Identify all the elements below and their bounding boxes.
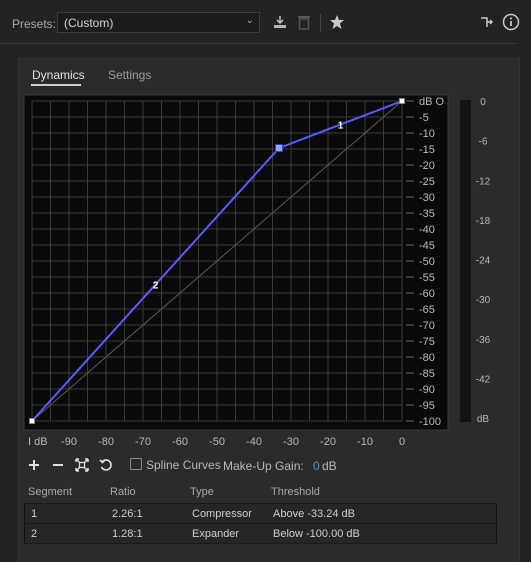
segment-table-header: Segment Ratio Type Threshold [24,481,497,504]
meter-tick-label: -30 [476,295,491,306]
meter-tick-label: -6 [479,137,488,148]
makeup-gain-unit: dB [322,459,337,473]
segment-label: 2 [153,281,159,292]
table-row[interactable]: 1 2.26:1 Compressor Above -33.24 dB [24,504,497,524]
col-segment[interactable]: Segment [28,486,72,498]
meter-tick-label: dB [477,414,490,425]
y-tick-label: -45 [419,240,435,252]
y-tick-label: -15 [419,144,435,156]
x-tick-label: -10 [357,436,373,448]
y-tick-label: -10 [419,128,435,140]
meter-tick-label: -42 [476,374,491,385]
ratio-cell: 2.26:1 [112,508,143,520]
y-tick-label: -20 [419,160,435,172]
y-tick-label: -35 [419,208,435,220]
curve-point-handle[interactable] [275,144,284,153]
segment-label: 1 [338,121,344,132]
meter-tick-label: -24 [476,256,491,267]
add-point-icon[interactable] [28,456,40,474]
threshold-cell: Below -100.00 dB [273,528,360,540]
y-tick-label: -60 [419,288,435,300]
spline-curves-label: Spline Curves [146,458,221,472]
meter-tick-label: 0 [480,97,486,108]
y-tick-label: -100 [419,416,441,428]
y-tick-label: -5 [419,112,429,124]
ratio-cell: 1.28:1 [112,528,143,540]
y-tick-label: -40 [419,224,435,236]
dynamics-graph[interactable]: I dB -90 -80 -70 -60 -50 -40 -30 -20 -10 0dB O-5-1… [0,0,531,562]
fit-view-icon[interactable] [75,456,89,474]
x-tick-label: -50 [209,436,225,448]
x-tick-label: -80 [98,436,114,448]
makeup-gain-label: Make-Up Gain: [223,459,304,473]
segment-cell: 2 [31,528,38,540]
makeup-gain-value[interactable]: 0 [313,459,320,473]
x-tick-label: I dB [28,436,48,448]
col-ratio[interactable]: Ratio [110,486,136,498]
y-tick-label: -80 [419,352,435,364]
curve-point-handle[interactable] [29,418,35,424]
col-threshold[interactable]: Threshold [271,486,320,498]
x-tick-label: -40 [246,436,262,448]
meter-tick-label: -12 [476,176,491,187]
x-tick-label: -30 [283,436,299,448]
x-tick-label: 0 [399,436,405,448]
y-tick-label: -85 [419,368,435,380]
curve-point-handle[interactable] [399,98,405,104]
type-cell: Expander [192,528,240,540]
y-tick-label: -70 [419,320,435,332]
col-type[interactable]: Type [190,486,214,498]
y-tick-label: -55 [419,272,435,284]
segment-table: Segment Ratio Type Threshold 1 2.26:1 Co… [24,481,497,544]
y-tick-label: -50 [419,256,435,268]
y-tick-label: dB O [419,96,445,108]
reset-icon[interactable] [99,456,113,474]
x-tick-label: -20 [320,436,336,448]
y-tick-label: -65 [419,304,435,316]
y-tick-label: -75 [419,336,435,348]
y-tick-label: -30 [419,192,435,204]
level-meter [460,100,471,422]
type-cell: Compressor [192,508,252,520]
spline-curves-checkbox[interactable] [130,458,142,470]
y-tick-label: -95 [419,400,435,412]
x-tick-label: -90 [61,436,77,448]
meter-tick-label: -18 [476,216,491,227]
meter-tick-label: -36 [476,335,491,346]
threshold-cell: Above -33.24 dB [273,508,355,520]
segment-cell: 1 [31,508,38,520]
remove-point-icon[interactable] [52,456,64,474]
x-tick-label: -70 [135,436,151,448]
table-row[interactable]: 2 1.28:1 Expander Below -100.00 dB [24,524,497,544]
y-tick-label: -90 [419,384,435,396]
y-tick-label: -25 [419,176,435,188]
x-tick-label: -60 [172,436,188,448]
